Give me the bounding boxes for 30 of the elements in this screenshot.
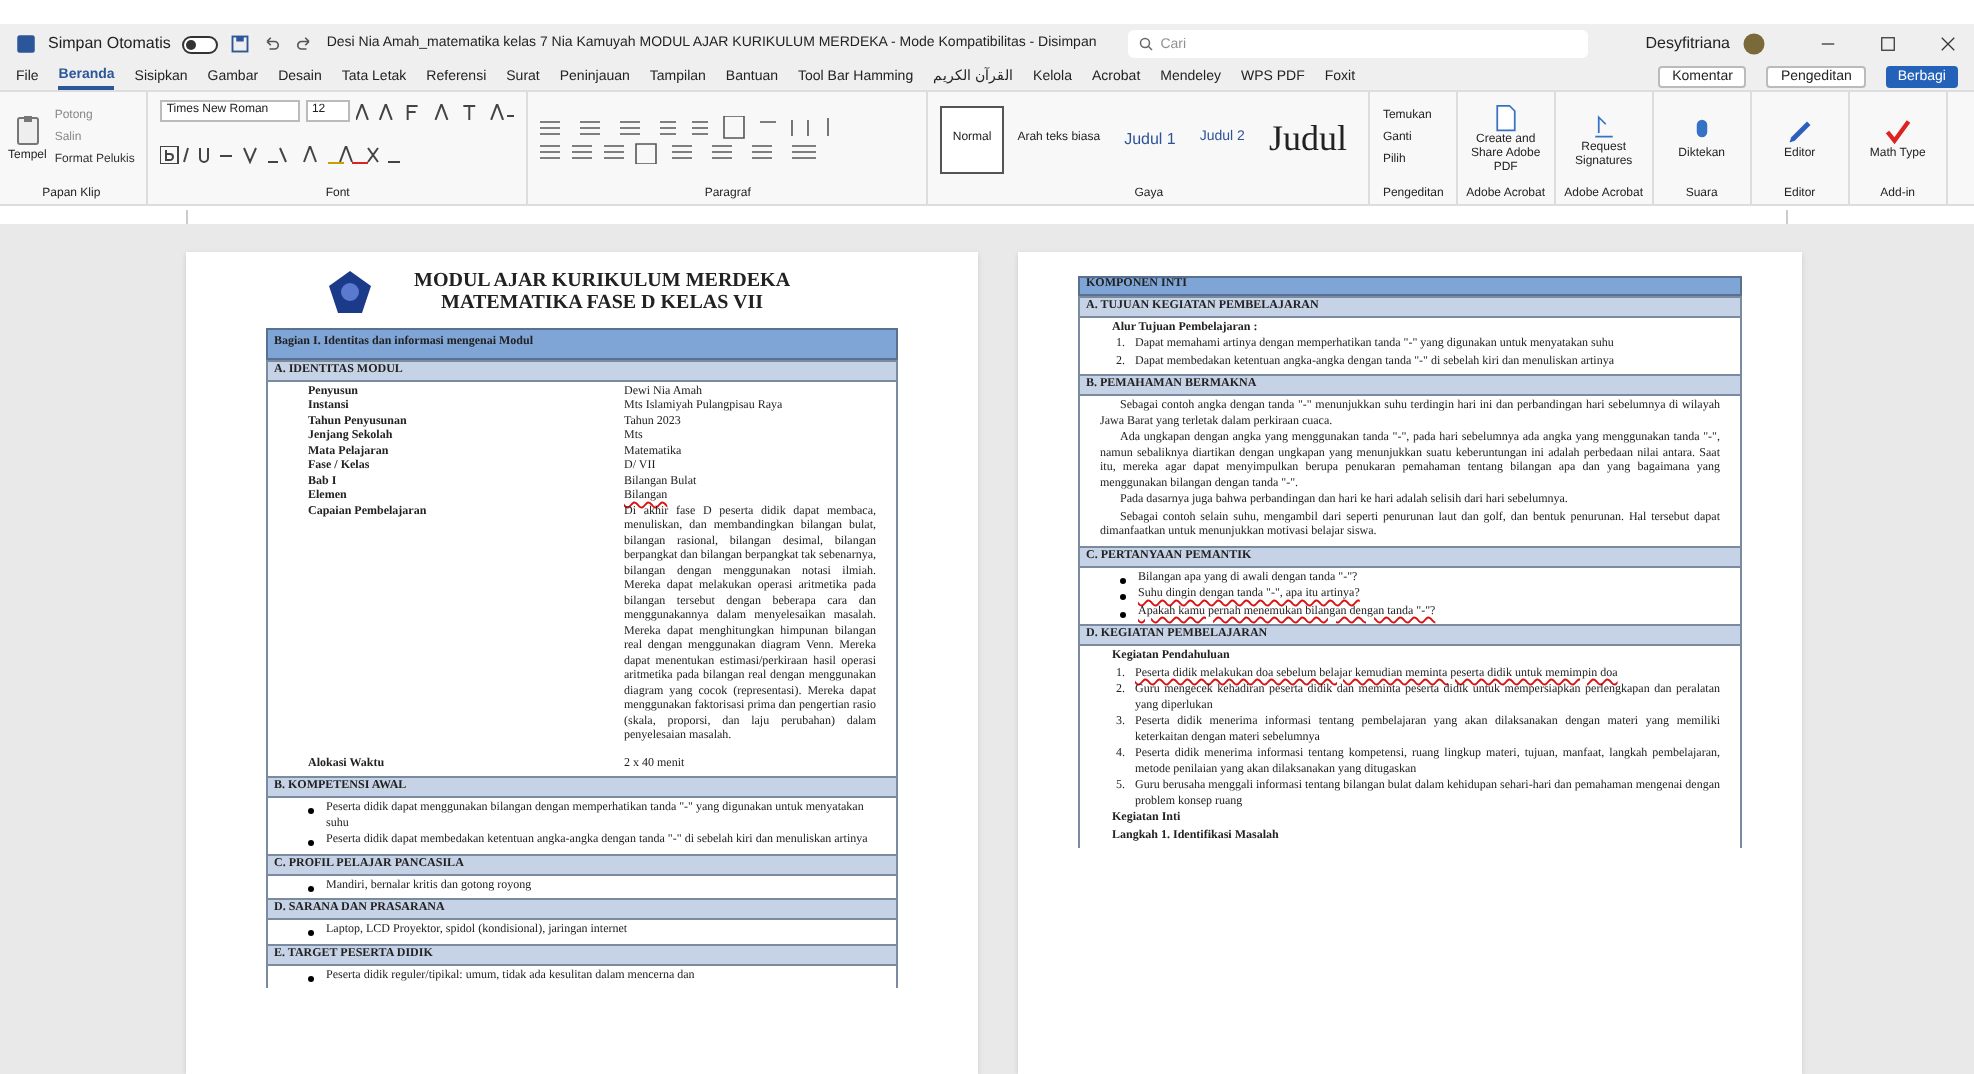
maximize-icon bbox=[1878, 34, 1898, 54]
avatar-icon bbox=[1742, 32, 1766, 56]
font-tools-icon bbox=[355, 103, 515, 119]
redo-icon bbox=[294, 34, 315, 54]
bullet-icon bbox=[1120, 611, 1126, 617]
user-name: Desyfitriana bbox=[1645, 32, 1730, 56]
checkmark-icon bbox=[1883, 116, 1912, 148]
document-title: MATEMATIKA FASE D KELAS VII bbox=[441, 292, 763, 314]
document-title: MODUL AJAR KURIKULUM MERDEKA bbox=[414, 270, 791, 292]
document-icon bbox=[1491, 102, 1520, 134]
undo-icon bbox=[262, 34, 283, 54]
bullet-icon bbox=[1120, 594, 1126, 600]
style-option[interactable]: Judul 1 bbox=[1114, 105, 1186, 173]
bullet-icon bbox=[308, 840, 314, 846]
bullet-icon bbox=[1120, 577, 1126, 583]
search-icon bbox=[1138, 36, 1155, 52]
style-option[interactable]: Judul bbox=[1258, 105, 1357, 173]
text-format-icon bbox=[160, 145, 401, 163]
clipboard-icon bbox=[11, 112, 44, 148]
autosave-toggle[interactable] bbox=[182, 35, 219, 53]
autosave-label: Simpan Otomatis bbox=[48, 32, 171, 56]
app-icon bbox=[16, 34, 36, 54]
bullet-icon bbox=[308, 808, 314, 814]
save-icon bbox=[230, 34, 251, 54]
bullet-icon bbox=[308, 885, 314, 891]
bullet-icon bbox=[308, 930, 314, 936]
pen-icon bbox=[1785, 116, 1814, 148]
close-icon bbox=[1938, 34, 1958, 54]
emblem-icon bbox=[326, 268, 374, 316]
bullet-icon bbox=[308, 975, 314, 981]
